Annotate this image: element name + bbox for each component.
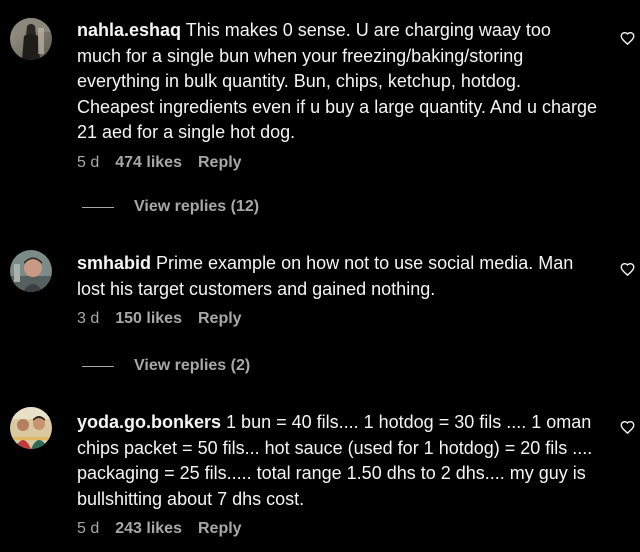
comment-body: nahla.eshaq This makes 0 sense. U are ch…	[77, 18, 597, 172]
comment-body: yoda.go.bonkers 1 bun = 40 fils.... 1 ho…	[77, 410, 597, 538]
view-replies-label: View replies (12)	[134, 198, 260, 215]
like-heart-icon[interactable]	[620, 31, 635, 46]
user-avatar[interactable]	[10, 250, 52, 292]
avatar-photo-icon	[10, 250, 52, 292]
reply-button[interactable]: Reply	[198, 310, 242, 328]
view-replies-label: View replies (2)	[134, 357, 251, 374]
comment-text: Prime example on how not to use social m…	[77, 253, 574, 299]
comment-username[interactable]: yoda.go.bonkers	[77, 412, 221, 432]
user-avatar[interactable]	[10, 407, 52, 449]
avatar-photo-icon	[10, 407, 52, 449]
like-heart-icon[interactable]	[620, 262, 635, 277]
reply-button[interactable]: Reply	[198, 154, 242, 172]
comment-likes-count[interactable]: 474 likes	[115, 154, 182, 172]
view-replies-button[interactable]: View replies (2)	[82, 357, 250, 375]
comment-meta: 3 d 150 likes Reply	[77, 310, 597, 328]
comment-meta: 5 d 243 likes Reply	[77, 520, 597, 538]
comment-time[interactable]: 3 d	[77, 310, 99, 328]
comment-text-block: nahla.eshaq This makes 0 sense. U are ch…	[77, 18, 597, 146]
comment-text-block: yoda.go.bonkers 1 bun = 40 fils.... 1 ho…	[77, 410, 597, 512]
user-avatar[interactable]	[10, 18, 52, 60]
avatar-photo-icon	[10, 18, 52, 60]
comment-likes-count[interactable]: 150 likes	[115, 310, 182, 328]
comment-username[interactable]: nahla.eshaq	[77, 20, 181, 40]
like-heart-icon[interactable]	[620, 420, 635, 435]
comment-likes-count[interactable]: 243 likes	[115, 520, 182, 538]
view-replies-line	[82, 365, 114, 367]
comment-text-block: smhabid Prime example on how not to use …	[77, 251, 597, 302]
comment-username[interactable]: smhabid	[77, 253, 151, 273]
comment-body: smhabid Prime example on how not to use …	[77, 251, 597, 328]
reply-button[interactable]: Reply	[198, 520, 242, 538]
comment-time[interactable]: 5 d	[77, 154, 99, 172]
comments-list: nahla.eshaq This makes 0 sense. U are ch…	[0, 0, 640, 552]
comment-meta: 5 d 474 likes Reply	[77, 154, 597, 172]
view-replies-button[interactable]: View replies (12)	[82, 198, 259, 216]
view-replies-line	[82, 206, 114, 208]
comment-time[interactable]: 5 d	[77, 520, 99, 538]
